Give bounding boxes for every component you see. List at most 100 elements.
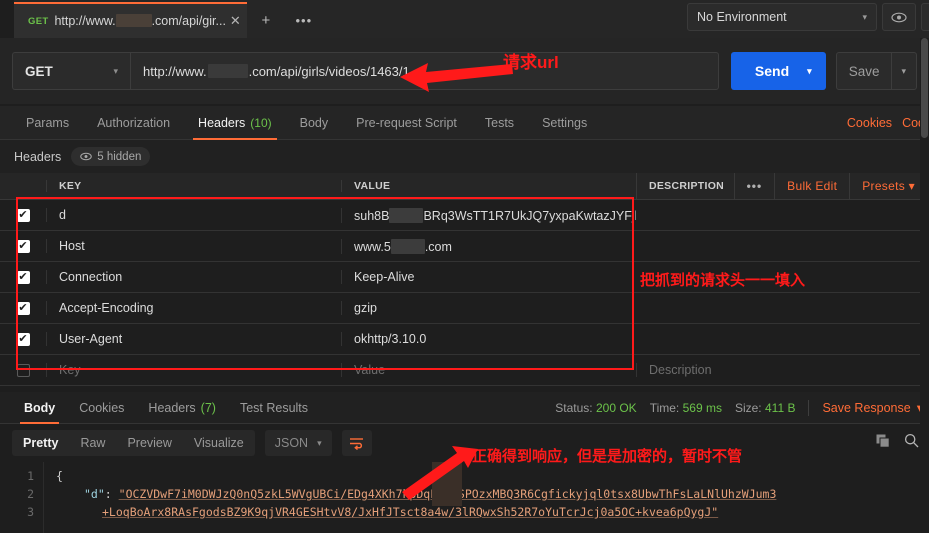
view-mode-pretty[interactable]: Pretty [12, 430, 69, 456]
environment-selector[interactable]: No Environment ▾ [687, 3, 877, 31]
tabstrip-left-gap [0, 0, 14, 38]
row-checkbox-cell[interactable]: ✔ [0, 332, 46, 346]
row-value[interactable]: okhttp/3.10.0 [341, 332, 636, 346]
save-button[interactable]: Save ▾ [835, 52, 917, 90]
response-tab-cookies[interactable]: Cookies [67, 392, 136, 424]
row-description-placeholder[interactable]: Description [636, 363, 929, 377]
checkbox-checked-icon[interactable]: ✔ [16, 239, 30, 253]
plus-icon[interactable]: + [246, 2, 285, 38]
checkbox-checked-icon[interactable]: ✔ [16, 301, 30, 315]
row-key[interactable]: User-Agent [46, 332, 341, 346]
url-input[interactable]: http://www. .com/api/girls/videos/1463/1 [130, 52, 719, 90]
size-value: 411 B [764, 400, 796, 415]
response-tab-headers[interactable]: Headers (7) [136, 392, 228, 424]
http-method-label: GET [25, 63, 53, 79]
redacted-domain [115, 14, 152, 27]
view-mode-raw[interactable]: Raw [69, 430, 116, 456]
cookies-link[interactable]: Cookies [847, 116, 892, 130]
time-value: 569 ms [682, 400, 722, 415]
header-col-key: KEY [46, 180, 341, 192]
request-tab-method: GET [28, 15, 49, 27]
bulk-edit-button[interactable]: Bulk Edit [774, 173, 849, 199]
tab-strip: GET http://www. .com/api/gir... ✕ + ••• N… [0, 0, 929, 38]
row-value-placeholder[interactable]: Value [341, 363, 636, 377]
text-wrap-icon[interactable] [341, 430, 372, 456]
search-icon[interactable] [904, 433, 919, 453]
chevron-down-icon: ▾ [891, 53, 916, 89]
status-badge: Status: 200 OK [555, 400, 637, 415]
json-key: "d" [84, 487, 105, 501]
table-row[interactable]: ✔ Host www.5 .com [0, 231, 929, 262]
line-number: 3 [27, 505, 34, 519]
row-value[interactable]: Keep-Alive [341, 270, 636, 284]
tab-pre-request-script[interactable]: Pre-request Script [342, 106, 471, 140]
table-row-placeholder[interactable]: Key Value Description [0, 355, 929, 386]
row-key-placeholder[interactable]: Key [46, 363, 341, 377]
save-response-button[interactable]: Save Response▾ [822, 400, 923, 416]
row-checkbox-cell[interactable] [0, 363, 46, 377]
response-body-code[interactable]: { "d": "OCZVDwF7iM0DWJzQ0nQ5zkL5WVgUBCi/… [44, 462, 929, 533]
ellipsis-icon[interactable]: ••• [284, 2, 323, 38]
eye-icon[interactable] [882, 3, 916, 31]
row-checkbox-cell[interactable]: ✔ [0, 208, 46, 222]
table-row[interactable]: ✔ d suh8B BRq3WsTT1R7UkJQ7yxpaKwtazJYFjhT… [0, 200, 929, 231]
response-tab-headers-label: Headers [148, 400, 196, 415]
search-icon-svg [904, 433, 919, 448]
tab-authorization[interactable]: Authorization [83, 106, 184, 140]
vertical-scrollbar[interactable] [920, 38, 929, 533]
redacted-value [390, 238, 425, 254]
line-number-gutter: 1 2 3 [0, 462, 44, 533]
scrollbar-thumb[interactable] [921, 38, 928, 138]
row-value[interactable]: www.5 .com [341, 238, 636, 254]
table-header-actions: ••• Bulk Edit Presets ▾ [733, 173, 929, 199]
row-value[interactable]: suh8B BRq3WsTT1R7UkJQ7yxpaKwtazJYFjhT3 [341, 207, 636, 223]
row-key[interactable]: Connection [46, 270, 341, 284]
table-row[interactable]: ✔ Connection Keep-Alive [0, 262, 929, 293]
response-tab-body[interactable]: Body [12, 392, 67, 424]
row-value[interactable]: gzip [341, 301, 636, 315]
table-row[interactable]: ✔ Accept-Encoding gzip [0, 293, 929, 324]
tab-headers[interactable]: Headers (10) [184, 106, 286, 140]
size-badge: Size: 411 B [734, 400, 796, 415]
row-checkbox-cell[interactable]: ✔ [0, 239, 46, 253]
headers-table-header: KEY VALUE DESCRIPTION ••• Bulk Edit Pres… [0, 173, 929, 200]
checkbox-checked-icon[interactable]: ✔ [16, 208, 30, 222]
tab-settings[interactable]: Settings [528, 106, 601, 140]
json-colon: : [104, 487, 119, 501]
tab-pre-request-script-label: Pre-request Script [356, 115, 457, 130]
ellipsis-icon[interactable]: ••• [733, 173, 775, 199]
response-tab-body-label: Body [24, 400, 56, 415]
checkbox-empty-icon[interactable] [16, 363, 30, 377]
response-view-bar: Pretty Raw Preview Visualize JSON ▾ [0, 424, 929, 462]
response-format-selector[interactable]: JSON ▾ [264, 430, 332, 456]
settings-stub[interactable] [921, 3, 929, 31]
checkbox-checked-icon[interactable]: ✔ [16, 270, 30, 284]
tab-params[interactable]: Params [12, 106, 83, 140]
view-mode-preview[interactable]: Preview [116, 430, 182, 456]
response-body-viewer[interactable]: 1 2 3 { "d": "OCZVDwF7iM0DWJzQ0nQ5zkL5WV… [0, 462, 929, 533]
http-method-selector[interactable]: GET ▾ [12, 52, 130, 90]
response-tab-test-results[interactable]: Test Results [228, 392, 320, 424]
checkbox-checked-icon[interactable]: ✔ [16, 332, 30, 346]
row-key[interactable]: d [46, 208, 341, 222]
tab-body[interactable]: Body [286, 106, 343, 140]
header-col-description: DESCRIPTION ••• Bulk Edit Presets ▾ [636, 173, 929, 199]
response-meta: Status: 200 OK Time: 569 ms Size: 411 B … [555, 399, 929, 416]
close-icon[interactable]: ✕ [230, 13, 241, 29]
response-tab-cookies-label: Cookies [79, 400, 125, 415]
hidden-headers-toggle[interactable]: 5 hidden [71, 147, 151, 166]
view-mode-visualize[interactable]: Visualize [183, 430, 255, 456]
copy-icon[interactable] [876, 434, 890, 453]
tab-tests[interactable]: Tests [471, 106, 528, 140]
request-tab[interactable]: GET http://www. .com/api/gir... ✕ [14, 2, 247, 38]
headers-subbar: Headers 5 hidden [0, 140, 929, 173]
send-button[interactable]: Send ▾ [730, 52, 826, 90]
row-key[interactable]: Host [46, 239, 341, 253]
table-row[interactable]: ✔ User-Agent okhttp/3.10.0 [0, 324, 929, 355]
row-checkbox-cell[interactable]: ✔ [0, 270, 46, 284]
row-key[interactable]: Accept-Encoding [46, 301, 341, 315]
presets-button[interactable]: Presets ▾ [849, 173, 927, 199]
send-button-label: Send [754, 63, 790, 79]
chevron-down-icon: ▾ [317, 437, 322, 448]
row-checkbox-cell[interactable]: ✔ [0, 301, 46, 315]
